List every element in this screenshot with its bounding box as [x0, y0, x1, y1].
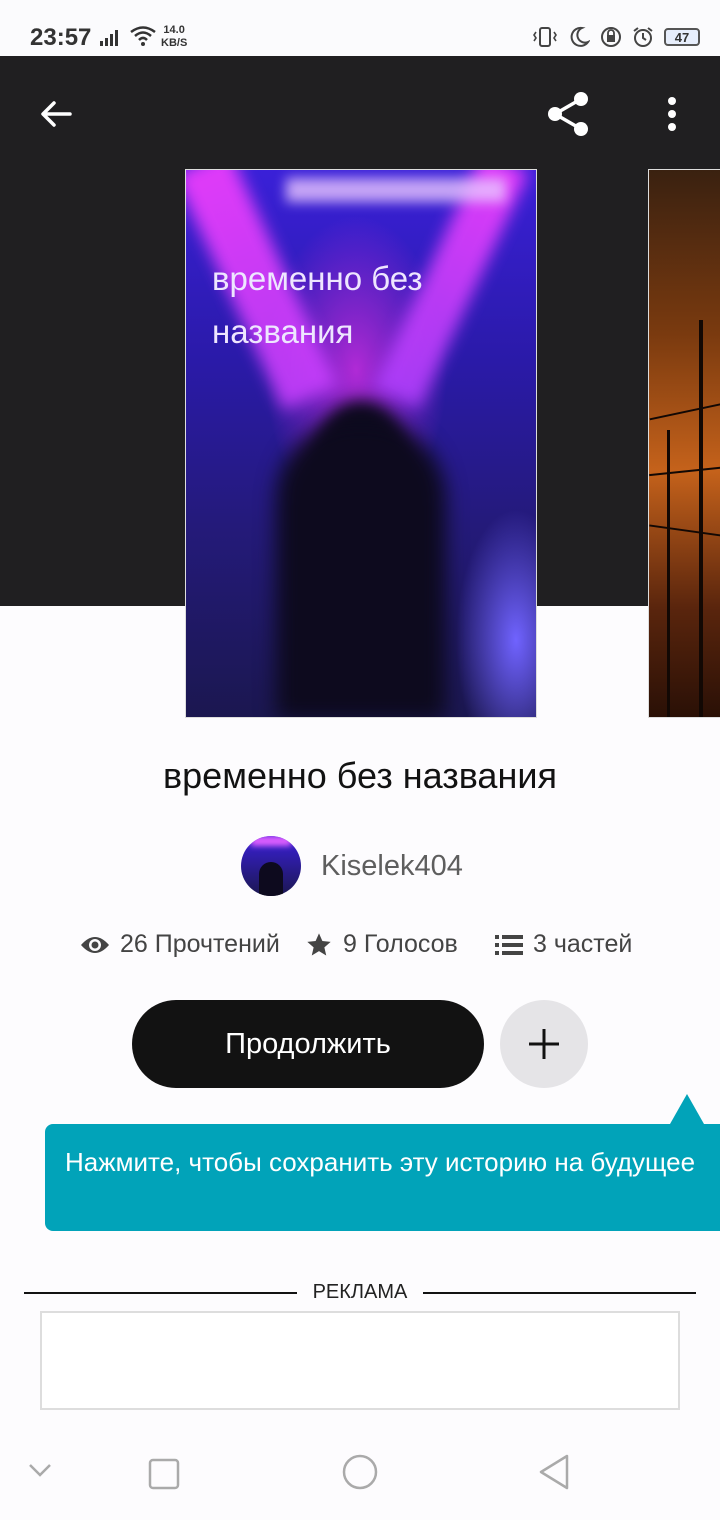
next-story-cover[interactable] [648, 169, 720, 718]
votes-stat: 9 Голосов [305, 930, 458, 959]
circle-icon [342, 1454, 378, 1490]
divider [24, 1292, 297, 1294]
reads-stat: 26 Прочтений [80, 930, 280, 959]
ad-label: РЕКЛАМА [312, 1281, 408, 1303]
speed-value: 14.0 [163, 24, 185, 36]
more-options-button[interactable] [652, 86, 692, 142]
nav-collapse-button[interactable] [20, 1450, 60, 1490]
tooltip-text: Нажмите, чтобы сохранить эту историю на … [65, 1147, 696, 1177]
story-cover[interactable]: временно без названия [185, 169, 537, 718]
cover-neon-light [286, 178, 506, 202]
cover-wire [649, 465, 720, 477]
moon-icon [570, 26, 590, 47]
status-icons: 47 [532, 26, 700, 48]
votes-count: 9 Голосов [343, 930, 458, 958]
vibrate-icon [533, 27, 557, 47]
avatar [241, 836, 301, 896]
story-stats: 26 Прочтений 9 Голосов 3 частей [0, 930, 720, 974]
divider [423, 1292, 696, 1294]
share-button[interactable] [540, 86, 596, 142]
nav-back-button[interactable] [530, 1448, 578, 1496]
list-icon [495, 934, 523, 955]
author-name: Kiselek404 [321, 849, 463, 882]
network-speed: 14.0 KB/S [161, 24, 187, 50]
share-icon [548, 92, 588, 136]
signal-icon [100, 30, 118, 46]
continue-reading-button[interactable]: Продолжить [132, 1000, 484, 1088]
status-bar: 23:57 14.0 KB/S 47 [0, 0, 720, 56]
story-title: временно без названия [163, 755, 557, 796]
cover-pole [699, 320, 703, 717]
wifi-icon [130, 26, 156, 46]
arrow-left-icon [41, 101, 72, 127]
parts-count: 3 частей [533, 930, 633, 958]
avatar-neon [251, 836, 291, 846]
nav-home-button[interactable] [336, 1448, 384, 1496]
plus-icon [529, 1029, 559, 1059]
battery-indicator: 47 [664, 28, 700, 46]
author-link[interactable]: Kiselek404 [241, 836, 463, 896]
eye-icon [81, 936, 109, 953]
avatar-silhouette [259, 862, 283, 896]
cover-title-text: временно без названия [212, 260, 423, 350]
rotation-lock-icon [601, 27, 621, 47]
save-hint-tooltip[interactable]: Нажмите, чтобы сохранить эту историю на … [45, 1124, 720, 1231]
speed-unit: KB/S [161, 37, 188, 49]
add-to-library-button[interactable] [500, 1000, 588, 1088]
parts-stat: 3 частей [495, 930, 632, 959]
more-vertical-icon [668, 97, 676, 131]
ad-container[interactable] [40, 1311, 680, 1410]
chevron-down-icon [29, 1464, 51, 1477]
alarm-icon [633, 27, 653, 47]
nav-recents-button[interactable] [140, 1450, 188, 1498]
cover-silhouette [276, 420, 446, 717]
cover-wire [649, 524, 720, 538]
system-nav-bar [0, 1430, 720, 1520]
status-time: 23:57 [30, 24, 92, 51]
star-icon [307, 932, 331, 955]
tooltip-arrow [670, 1094, 704, 1124]
cover-wire [649, 401, 720, 421]
back-button[interactable] [30, 88, 82, 140]
triangle-back-icon [539, 1454, 569, 1490]
reads-count: 26 Прочтений [120, 930, 280, 958]
square-icon [148, 1458, 180, 1490]
